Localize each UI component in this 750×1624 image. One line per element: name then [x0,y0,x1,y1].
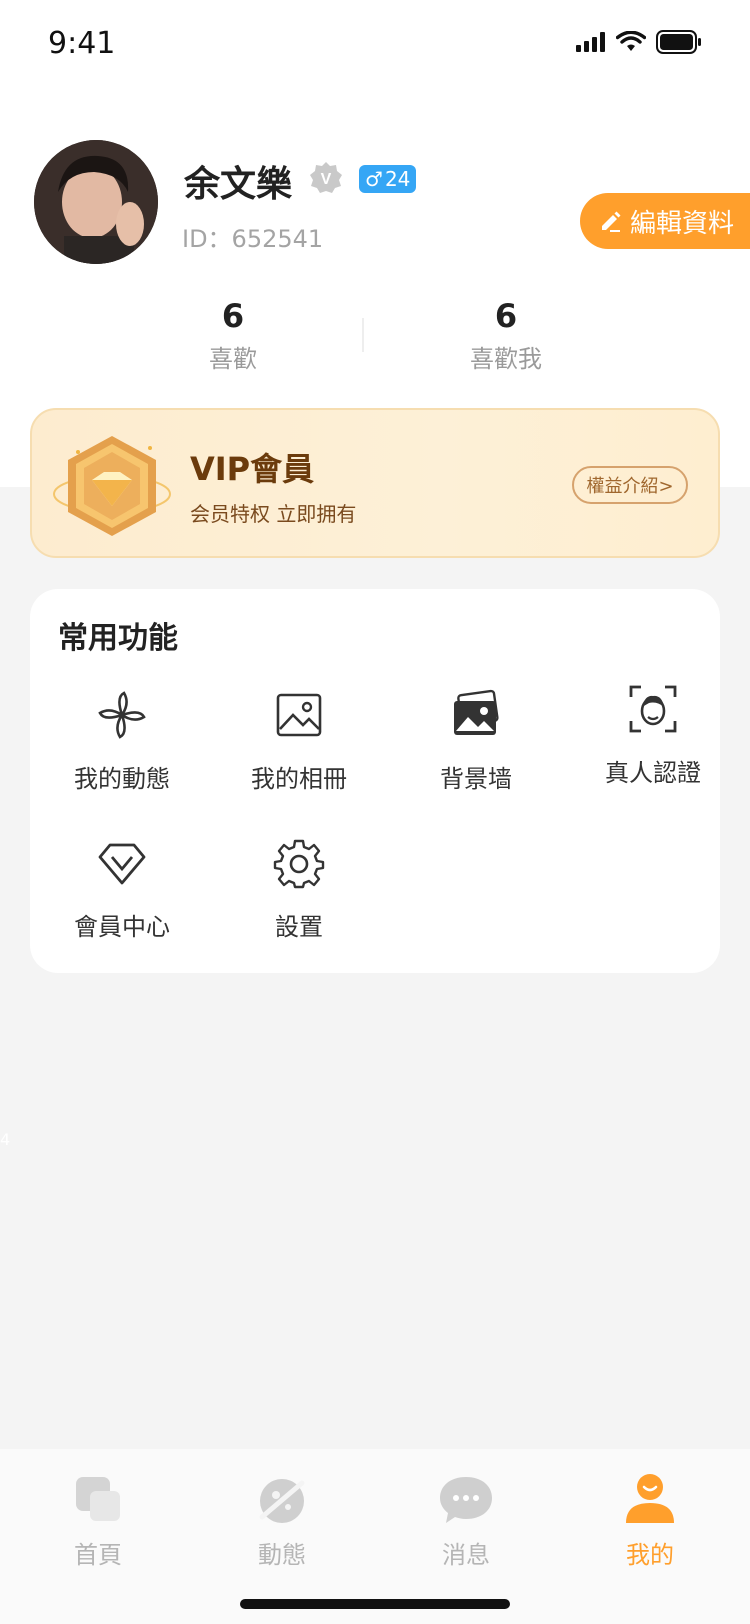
function-member-center[interactable]: 會員中心 [32,837,212,942]
common-functions-card: 常用功能 我的動態 我的相冊 背景墙 真人認證 會員中心 設置 [30,589,720,973]
function-label: 背景墙 [440,765,512,793]
function-settings[interactable]: 設置 [209,837,389,942]
verified-badge-icon: V [310,162,342,193]
pinwheel-icon [98,691,146,739]
nav-messages[interactable]: 消息 [406,1471,526,1570]
nav-label: 首頁 [74,1541,122,1569]
common-functions-title: 常用功能 [58,621,178,656]
stat-likes-label: 喜歡 [209,345,257,373]
function-label: 設置 [275,913,323,941]
planet-icon [259,1479,305,1523]
status-icons [576,30,702,54]
stat-likes[interactable]: 6 喜歡 [133,297,333,374]
home-indicator [240,1599,510,1609]
function-label: 真人認證 [605,759,701,787]
function-label: 我的相冊 [251,765,347,793]
vip-card[interactable]: VIP會員 会员特权 立即拥有 權益介紹> [30,408,720,558]
gear-icon [273,839,325,889]
stat-likes-value: 6 [221,297,245,335]
gender-age-badge: ♂ 24 [359,165,417,193]
vip-diamond-badge-icon [53,436,171,536]
wifi-icon [616,31,646,51]
nav-me[interactable]: 我的 [590,1471,710,1570]
signal-icon [576,32,605,52]
nav-label: 我的 [626,1541,674,1569]
function-label: 會員中心 [74,913,170,941]
side-number: 4 [0,1130,11,1149]
diamond-icon [98,843,146,885]
bottom-nav: 首頁 動態 消息 我的 [0,1449,750,1624]
edit-profile-button[interactable]: 編輯資料 [580,193,750,249]
stat-liked-me-value: 6 [494,297,518,335]
nav-label: 動態 [258,1541,306,1569]
svg-text:V: V [321,171,332,188]
function-my-album[interactable]: 我的相冊 [209,689,389,794]
function-label: 我的動態 [74,765,170,793]
photos-icon [454,689,499,735]
chat-bubble-icon [440,1477,492,1523]
pencil-icon [602,211,621,232]
home-icon [76,1477,120,1521]
stat-liked-me[interactable]: 6 喜歡我 [406,297,606,374]
vip-benefits-button[interactable]: 權益介紹> [572,466,688,504]
user-name: 余文樂 [184,164,293,205]
vip-title: VIP會員 [190,450,315,488]
male-icon: ♂ [365,167,383,191]
vip-subtitle: 会员特权 立即拥有 [190,502,357,526]
function-background-wall[interactable]: 背景墙 [386,689,566,794]
nav-label: 消息 [442,1541,490,1569]
nav-home[interactable]: 首頁 [38,1471,158,1570]
avatar-photo [34,140,158,264]
edit-profile-label: 編輯資料 [630,208,735,239]
face-scan-icon [629,685,677,733]
user-id: ID：652541 [182,225,324,253]
function-my-moments[interactable]: 我的動態 [32,689,212,794]
status-time: 9:41 [48,26,116,61]
avatar[interactable] [34,140,158,264]
image-icon [276,693,322,737]
nav-moments[interactable]: 動態 [222,1471,342,1570]
stat-divider [362,318,364,352]
stat-liked-me-label: 喜歡我 [470,345,542,373]
age-value: 24 [384,167,411,191]
person-icon [626,1474,674,1523]
battery-icon [656,30,701,54]
status-bar: 9:41 [0,0,750,90]
function-real-person-verify[interactable]: 真人認證 [563,683,743,788]
